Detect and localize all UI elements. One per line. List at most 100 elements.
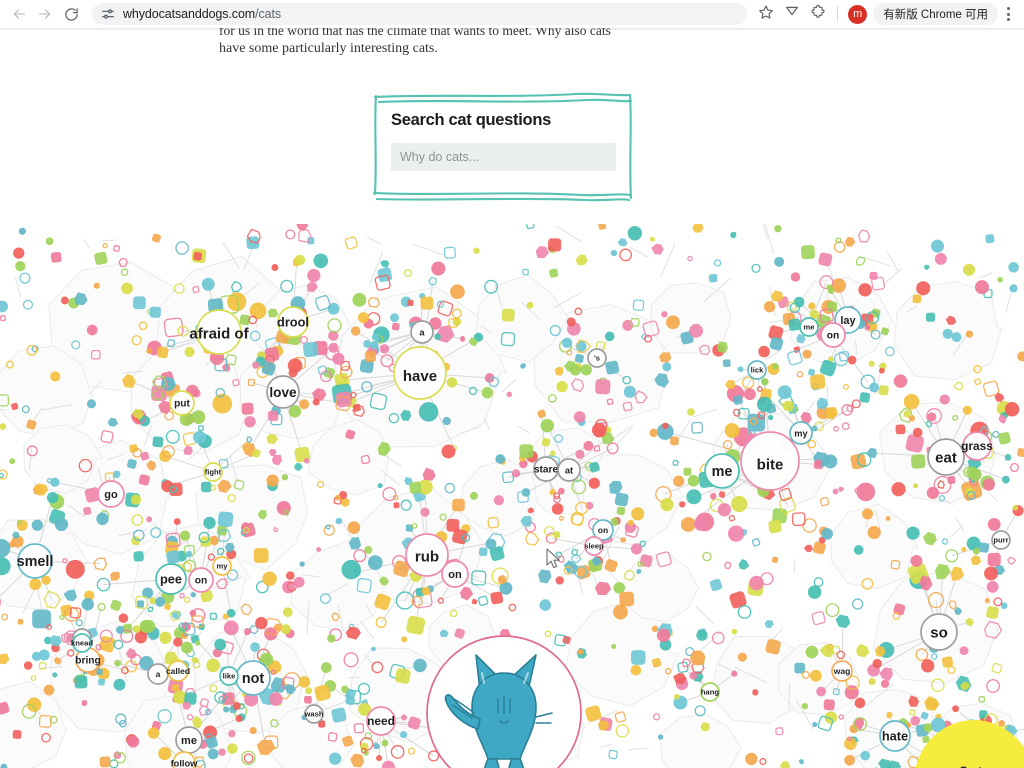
- word-node[interactable]: on: [820, 322, 846, 348]
- word-node[interactable]: sleep: [584, 536, 604, 556]
- extensions-button[interactable]: [805, 1, 831, 27]
- word-node-label: go: [104, 489, 118, 501]
- word-node-label: on: [195, 576, 207, 587]
- search-input[interactable]: [391, 143, 616, 171]
- download-icon: [784, 4, 800, 25]
- forward-arrow-icon: [37, 6, 53, 22]
- star-icon: [758, 4, 774, 25]
- reload-icon: [64, 7, 79, 22]
- forward-button[interactable]: [32, 1, 58, 27]
- avatar[interactable]: m: [848, 4, 868, 24]
- word-node[interactable]: purr: [991, 530, 1011, 550]
- word-node-label: 's: [594, 354, 600, 363]
- word-node-label: smell: [17, 554, 54, 570]
- word-node-label: at: [565, 465, 573, 475]
- word-node[interactable]: lick: [747, 360, 767, 380]
- word-node-label: fight: [205, 468, 222, 477]
- bookmark-star-button[interactable]: [753, 1, 779, 27]
- word-node-label: lick: [751, 366, 764, 375]
- word-node[interactable]: my: [212, 556, 232, 576]
- word-node[interactable]: wag: [831, 660, 853, 682]
- word-node-label: eat: [935, 449, 957, 466]
- url-host: whydocatsanddogs.com: [123, 7, 256, 21]
- cat-illustration[interactable]: [424, 633, 584, 768]
- word-node-label: my: [794, 428, 808, 438]
- word-node-label: hang: [701, 688, 720, 697]
- word-node[interactable]: my: [789, 421, 813, 445]
- omnibox[interactable]: whydocatsanddogs.com/cats: [92, 3, 748, 25]
- word-node[interactable]: on: [188, 567, 214, 593]
- word-node-label: purr: [993, 536, 1008, 545]
- word-node-label: rub: [415, 548, 439, 565]
- word-node-label: not: [242, 671, 265, 687]
- word-node-label: wash: [304, 710, 324, 719]
- word-node[interactable]: at: [557, 458, 581, 482]
- word-node-label: me: [712, 464, 733, 480]
- word-node-label: me: [804, 323, 815, 332]
- word-node-label: me: [181, 735, 197, 747]
- word-node[interactable]: hang: [700, 682, 720, 702]
- browser-toolbar: whydocatsanddogs.com/cats m 有新版 Chrome 可…: [0, 0, 1024, 28]
- word-node[interactable]: love: [266, 375, 300, 409]
- browser-menu-button[interactable]: [998, 1, 1018, 27]
- word-node[interactable]: need: [366, 706, 396, 736]
- back-button[interactable]: [6, 1, 32, 27]
- chrome-update-label: 有新版 Chrome 可用: [883, 9, 988, 21]
- word-node-label: afraid of: [189, 326, 249, 343]
- word-node[interactable]: not: [235, 660, 271, 696]
- omnibox-url-text: whydocatsanddogs.com/cats: [123, 7, 281, 21]
- site-settings-icon[interactable]: [100, 6, 116, 22]
- reload-button[interactable]: [58, 1, 84, 27]
- word-node[interactable]: hate: [879, 720, 911, 752]
- intro-paragraph-line2: have some particularly interesting cats.: [219, 41, 438, 56]
- word-node[interactable]: rub: [405, 533, 449, 577]
- back-arrow-icon: [11, 6, 27, 22]
- word-node-label: lay: [840, 315, 856, 327]
- word-node[interactable]: on: [441, 560, 469, 588]
- word-node-label: follow: [171, 758, 199, 768]
- word-node-label: a: [419, 327, 425, 337]
- word-node[interactable]: go: [97, 480, 125, 508]
- word-node-label: drool: [277, 315, 309, 330]
- word-node[interactable]: wash: [304, 704, 324, 724]
- word-node[interactable]: put: [169, 390, 195, 416]
- word-node[interactable]: a: [410, 320, 434, 344]
- word-node-label: so: [930, 624, 948, 641]
- word-node-label: a: [156, 669, 161, 679]
- word-node[interactable]: bite: [740, 431, 800, 491]
- word-node-label: hate: [882, 729, 908, 744]
- word-node-label: wag: [833, 666, 851, 676]
- word-node-label: stare: [534, 465, 559, 476]
- word-node-label: on: [598, 525, 608, 535]
- word-node-label: knead: [71, 639, 93, 648]
- word-node[interactable]: fight: [203, 462, 223, 482]
- word-node-label: put: [174, 399, 190, 410]
- kebab-dot-2: [1006, 12, 1010, 16]
- cat-icon: [426, 635, 582, 768]
- word-node[interactable]: me: [175, 726, 203, 754]
- chrome-update-button[interactable]: 有新版 Chrome 可用: [873, 3, 998, 25]
- download-button[interactable]: [779, 1, 805, 27]
- word-node[interactable]: have: [393, 346, 447, 400]
- url-path: /cats: [255, 7, 282, 21]
- word-node[interactable]: so: [920, 613, 958, 651]
- word-node[interactable]: like: [219, 666, 239, 686]
- word-node-label: called: [166, 666, 190, 676]
- word-node-label: need: [367, 714, 395, 728]
- word-node[interactable]: 's: [587, 348, 607, 368]
- word-node[interactable]: stare: [533, 456, 559, 482]
- word-node-label: my: [217, 562, 229, 571]
- extensions-puzzle-icon: [810, 4, 826, 25]
- word-node[interactable]: eat: [927, 438, 965, 476]
- word-node[interactable]: me: [799, 317, 819, 337]
- word-node[interactable]: drool: [277, 306, 309, 338]
- word-node[interactable]: me: [704, 453, 740, 489]
- word-node-label: have: [403, 368, 437, 385]
- page-viewport: for us in the world that has the climate…: [0, 28, 1024, 768]
- word-node-label: on: [827, 331, 839, 342]
- word-node-label: on: [448, 569, 462, 581]
- word-node-label: bite: [757, 457, 784, 474]
- word-node[interactable]: smell: [17, 543, 54, 579]
- word-node-label: sleep: [584, 542, 604, 551]
- word-node[interactable]: pee: [155, 563, 187, 595]
